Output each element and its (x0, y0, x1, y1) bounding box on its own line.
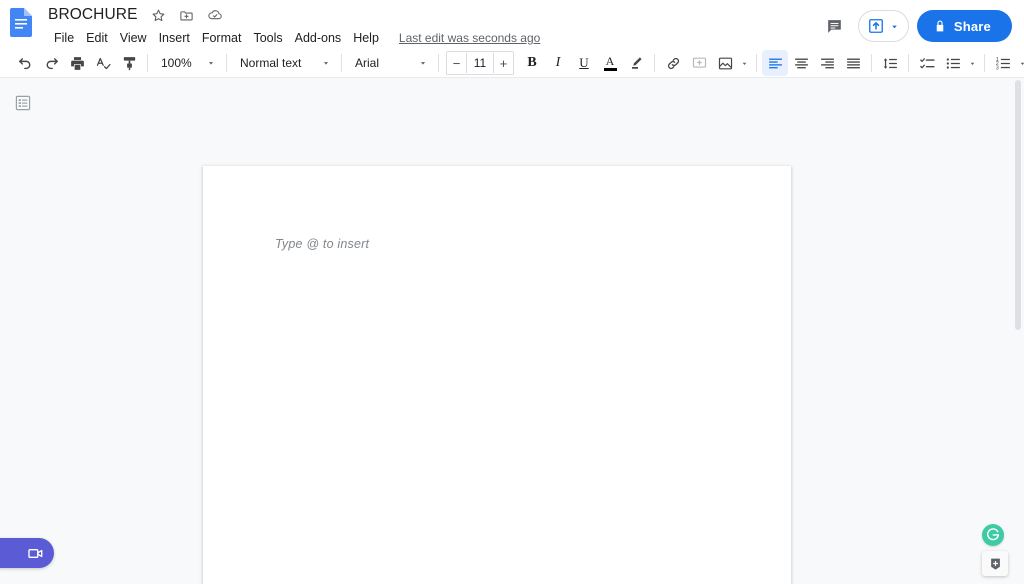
print-icon[interactable] (64, 50, 90, 76)
text-color-swatch (603, 68, 617, 71)
toolbar-divider (341, 54, 342, 72)
align-center-icon[interactable] (788, 50, 814, 76)
font-size-stepper: − 11 + (446, 51, 514, 75)
font-family-value: Arial (355, 56, 380, 70)
undo-icon[interactable] (12, 50, 38, 76)
title-row: BROCHURE (44, 4, 820, 26)
insert-image-caret[interactable] (738, 50, 751, 76)
video-camera-icon (27, 545, 44, 562)
line-spacing-icon[interactable] (877, 50, 903, 76)
toolbar-divider (756, 54, 757, 72)
italic-label: I (555, 55, 561, 70)
svg-text:3: 3 (995, 65, 998, 71)
formatting-toolbar: 100% Normal text Arial − 11 + B I U A 1 … (0, 48, 1024, 78)
italic-button[interactable]: I (545, 50, 571, 76)
present-button[interactable] (857, 10, 909, 42)
menu-edit[interactable]: Edit (80, 28, 114, 48)
paragraph-style-value: Normal text (240, 56, 302, 70)
menu-tools[interactable]: Tools (247, 28, 288, 48)
align-right-icon[interactable] (814, 50, 840, 76)
numbered-list-icon[interactable]: 1 2 3 (990, 50, 1016, 76)
bold-button[interactable]: B (519, 50, 545, 76)
insert-link-icon[interactable] (660, 50, 686, 76)
vertical-scrollbar[interactable] (1014, 78, 1022, 584)
toolbar-divider (871, 54, 872, 72)
last-edit-status[interactable]: Last edit was seconds ago (399, 31, 540, 45)
extension-badge-icon[interactable] (982, 551, 1008, 576)
font-family-select[interactable]: Arial (347, 51, 433, 75)
lock-icon (933, 19, 947, 33)
add-comment-icon[interactable] (686, 50, 712, 76)
chevron-down-icon (415, 58, 431, 68)
menu-bar: File Edit View Insert Format Tools Add-o… (44, 28, 820, 48)
zoom-select[interactable]: 100% (153, 51, 221, 75)
toolbar-divider (908, 54, 909, 72)
scrollbar-thumb[interactable] (1015, 80, 1021, 330)
cloud-saved-icon[interactable] (204, 4, 226, 26)
grammarly-widget[interactable] (982, 524, 1004, 546)
move-to-folder-icon[interactable] (176, 4, 198, 26)
document-title[interactable]: BROCHURE (44, 3, 142, 27)
bold-label: B (527, 55, 537, 70)
present-upload-icon (866, 16, 886, 36)
share-label: Share (953, 18, 991, 34)
menu-view[interactable]: View (114, 28, 153, 48)
chevron-down-icon (318, 58, 334, 68)
document-page[interactable]: Type @ to insert (203, 166, 791, 584)
menu-add-ons[interactable]: Add-ons (289, 28, 348, 48)
align-left-icon[interactable] (762, 50, 788, 76)
font-size-decrease[interactable]: − (447, 53, 466, 73)
font-size-increase[interactable]: + (494, 53, 513, 73)
text-color-label: A (605, 54, 615, 68)
zoom-value: 100% (161, 56, 192, 70)
google-docs-icon[interactable] (10, 8, 32, 37)
page-scroll-container[interactable]: Type @ to insert (0, 78, 1024, 584)
header-bar: BROCHURE File Edit View Insert Format To… (0, 0, 1024, 48)
paint-format-icon[interactable] (116, 50, 142, 76)
star-icon[interactable] (148, 4, 170, 26)
paragraph-style-select[interactable]: Normal text (232, 51, 336, 75)
share-button[interactable]: Share (916, 10, 1012, 42)
chevron-down-icon (889, 21, 900, 32)
menu-file[interactable]: File (48, 28, 80, 48)
redo-icon[interactable] (38, 50, 64, 76)
comment-icon[interactable] (820, 11, 850, 41)
toolbar-divider (438, 54, 439, 72)
toolbar-divider (147, 54, 148, 72)
menu-help[interactable]: Help (347, 28, 385, 48)
menu-insert[interactable]: Insert (153, 28, 196, 48)
highlight-pen-icon[interactable] (623, 50, 649, 76)
underline-button[interactable]: U (571, 50, 597, 76)
header-right-group: Share (820, 10, 1012, 42)
align-justify-icon[interactable] (840, 50, 866, 76)
menu-format[interactable]: Format (196, 28, 248, 48)
toolbar-divider (226, 54, 227, 72)
numbered-list-caret[interactable] (1016, 50, 1024, 76)
underline-label: U (579, 55, 589, 70)
insert-image-icon[interactable] (712, 50, 738, 76)
document-area: Type @ to insert (0, 78, 1024, 584)
chevron-down-icon (203, 58, 219, 68)
spellcheck-icon[interactable] (90, 50, 116, 76)
bulleted-list-caret[interactable] (966, 50, 979, 76)
toolbar-divider (654, 54, 655, 72)
google-docs-window: BROCHURE File Edit View Insert Format To… (0, 0, 1024, 584)
font-size-value[interactable]: 11 (466, 53, 494, 73)
bulleted-list-icon[interactable] (940, 50, 966, 76)
header-left-group: BROCHURE File Edit View Insert Format To… (44, 0, 820, 48)
insert-placeholder-text: Type @ to insert (275, 237, 370, 251)
text-color-button[interactable]: A (597, 50, 623, 76)
screen-recorder-widget[interactable] (0, 538, 54, 568)
checklist-icon[interactable] (914, 50, 940, 76)
toolbar-divider (984, 54, 985, 72)
